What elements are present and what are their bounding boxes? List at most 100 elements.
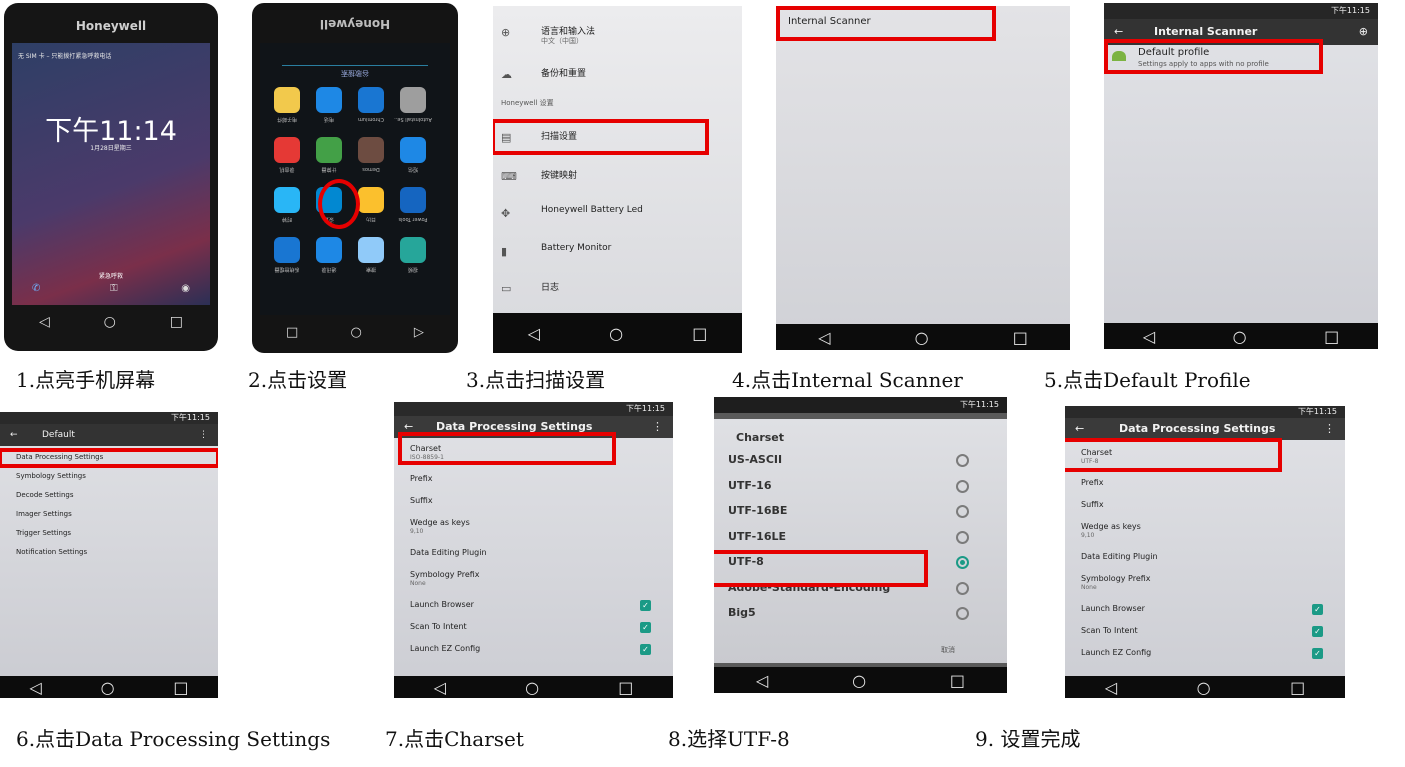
back-icon[interactable]: ◁: [818, 328, 830, 347]
settings-item[interactable]: Trigger Settings: [16, 529, 71, 537]
email-icon[interactable]: [274, 87, 300, 113]
recents-icon[interactable]: □: [950, 671, 965, 690]
search-icon[interactable]: [358, 237, 384, 263]
settings-item[interactable]: 按键映射: [541, 168, 577, 181]
recents-icon[interactable]: □: [173, 678, 188, 697]
radio-icon[interactable]: [956, 479, 969, 493]
settings-item[interactable]: Notification Settings: [16, 548, 87, 556]
radio-icon[interactable]: [956, 505, 969, 518]
back-icon[interactable]: ◁: [29, 678, 41, 697]
home-icon[interactable]: ○: [104, 314, 116, 330]
more-icon[interactable]: ⋮: [652, 416, 663, 438]
settings-item[interactable]: Launch Browser: [410, 600, 474, 609]
checkbox-checked-icon[interactable]: ✓: [1312, 648, 1323, 659]
radio-icon[interactable]: [956, 581, 969, 595]
settings-item[interactable]: Symbology Prefix: [410, 570, 480, 579]
checkbox-checked-icon[interactable]: ✓: [1312, 626, 1323, 637]
contacts-icon[interactable]: [316, 237, 342, 263]
settings-item[interactable]: Launch EZ Config: [410, 644, 480, 653]
settings-item[interactable]: Wedge as keys: [410, 518, 470, 527]
home-icon[interactable]: ○: [525, 678, 539, 697]
home-icon[interactable]: ○: [1233, 327, 1247, 346]
settings-item[interactable]: Wedge as keys: [1081, 522, 1141, 531]
phone-icon[interactable]: [316, 87, 342, 113]
radio-icon[interactable]: [956, 454, 969, 467]
settings-item[interactable]: Symbology Prefix: [1081, 574, 1151, 583]
calculator-icon[interactable]: [316, 137, 342, 163]
add-icon[interactable]: ⊕: [1359, 19, 1368, 45]
settings-item[interactable]: 备份和重置: [541, 66, 586, 79]
charset-option[interactable]: UTF-16: [728, 479, 771, 492]
back-icon[interactable]: ◁: [434, 678, 446, 697]
video-icon[interactable]: [400, 237, 426, 263]
settings-item[interactable]: Prefix: [1081, 478, 1104, 487]
settings-item[interactable]: Scan To Intent: [410, 622, 467, 631]
lock-icon[interactable]: ⚿: [110, 283, 118, 294]
settings-item[interactable]: Launch EZ Config: [1081, 648, 1151, 657]
settings-item[interactable]: Symbology Settings: [16, 472, 86, 480]
charset-option[interactable]: US-ASCII: [728, 453, 782, 466]
back-icon[interactable]: ◁: [39, 314, 50, 330]
back-icon[interactable]: ▷: [414, 325, 424, 340]
file-manager-icon[interactable]: [274, 237, 300, 263]
settings-item[interactable]: Data Editing Plugin: [410, 548, 487, 557]
checkbox-checked-icon[interactable]: ✓: [640, 600, 651, 611]
settings-item[interactable]: Honeywell Battery Led: [541, 205, 643, 215]
lock-screen[interactable]: 无 SIM 卡 – 只能拨打紧急呼救电话 下午11:14 1月28日星期三 紧急…: [12, 43, 210, 305]
camera-icon[interactable]: ◉: [181, 283, 190, 294]
home-icon[interactable]: ○: [915, 328, 929, 347]
phone-icon[interactable]: ✆: [32, 283, 40, 294]
home-icon[interactable]: ○: [101, 678, 115, 697]
recorder-icon[interactable]: [274, 137, 300, 163]
more-icon[interactable]: ⋮: [1324, 418, 1335, 440]
back-icon[interactable]: ◁: [756, 671, 768, 690]
recents-icon[interactable]: □: [286, 325, 298, 340]
checkbox-checked-icon[interactable]: ✓: [1312, 604, 1323, 615]
messaging-icon[interactable]: [400, 137, 426, 163]
back-arrow-icon[interactable]: ←: [1075, 418, 1084, 440]
cancel-button[interactable]: 取消: [941, 645, 955, 655]
emergency-call-link[interactable]: 紧急呼救: [12, 271, 210, 280]
settings-item[interactable]: Suffix: [1081, 500, 1104, 509]
settings-item[interactable]: Suffix: [410, 496, 433, 505]
home-icon[interactable]: ○: [1197, 678, 1211, 697]
recents-icon[interactable]: □: [1290, 678, 1305, 697]
chromium-icon[interactable]: [358, 87, 384, 113]
radio-icon[interactable]: [956, 607, 969, 620]
back-arrow-icon[interactable]: ←: [10, 424, 18, 446]
settings-item[interactable]: Data Editing Plugin: [1081, 552, 1158, 561]
back-icon[interactable]: ◁: [1143, 327, 1155, 346]
settings-item[interactable]: Imager Settings: [16, 510, 72, 518]
radio-selected-icon[interactable]: [956, 556, 969, 569]
charset-option[interactable]: UTF-16LE: [728, 530, 786, 543]
home-icon[interactable]: ○: [350, 325, 361, 340]
home-icon[interactable]: ○: [609, 324, 623, 343]
charset-option[interactable]: Big5: [728, 606, 756, 619]
settings-item[interactable]: Decode Settings: [16, 491, 74, 499]
back-icon[interactable]: ◁: [528, 324, 540, 343]
demos-icon[interactable]: [358, 137, 384, 163]
checkbox-checked-icon[interactable]: ✓: [640, 644, 651, 655]
recents-icon[interactable]: □: [1324, 327, 1339, 346]
settings-item[interactable]: 日志: [541, 280, 559, 293]
home-icon[interactable]: ○: [852, 671, 866, 690]
more-icon[interactable]: ⋮: [199, 424, 208, 446]
disc-icon[interactable]: [400, 87, 426, 113]
calendar-icon[interactable]: [358, 187, 384, 213]
settings-item[interactable]: Launch Browser: [1081, 604, 1145, 613]
recents-icon[interactable]: □: [618, 678, 633, 697]
settings-item[interactable]: Prefix: [410, 474, 433, 483]
recents-icon[interactable]: □: [170, 314, 183, 330]
settings-item[interactable]: Scan To Intent: [1081, 626, 1138, 635]
recents-icon[interactable]: □: [1013, 328, 1028, 347]
checkbox-checked-icon[interactable]: ✓: [640, 622, 651, 633]
radio-icon[interactable]: [956, 530, 969, 544]
clock-icon[interactable]: [274, 187, 300, 213]
laptop-icon: ▭: [501, 282, 512, 295]
settings-item[interactable]: Battery Monitor: [541, 243, 611, 253]
power-tools-icon[interactable]: [400, 187, 426, 213]
search-bar[interactable]: 谷歌搜索: [282, 65, 428, 78]
back-icon[interactable]: ◁: [1105, 678, 1117, 697]
recents-icon[interactable]: □: [692, 324, 707, 343]
charset-option[interactable]: UTF-16BE: [728, 504, 787, 517]
